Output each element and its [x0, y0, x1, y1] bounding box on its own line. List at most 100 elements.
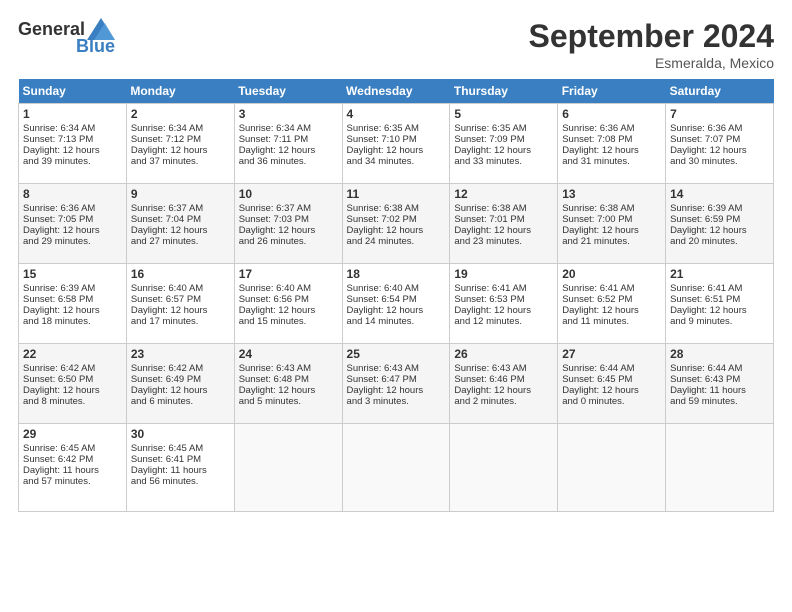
- cell-info: Sunrise: 6:43 AMSunset: 6:46 PMDaylight:…: [454, 363, 531, 407]
- table-cell: 21 Sunrise: 6:41 AMSunset: 6:51 PMDayligh…: [666, 264, 774, 344]
- day-number: 24: [239, 347, 338, 361]
- col-tuesday: Tuesday: [234, 79, 342, 104]
- cell-info: Sunrise: 6:44 AMSunset: 6:45 PMDaylight:…: [562, 363, 639, 407]
- table-cell: 10 Sunrise: 6:37 AMSunset: 7:03 PMDayligh…: [234, 184, 342, 264]
- day-number: 21: [670, 267, 769, 281]
- cell-info: Sunrise: 6:40 AMSunset: 6:54 PMDaylight:…: [347, 283, 424, 327]
- day-number: 25: [347, 347, 446, 361]
- col-saturday: Saturday: [666, 79, 774, 104]
- day-number: 19: [454, 267, 553, 281]
- table-cell: [342, 424, 450, 512]
- cell-info: Sunrise: 6:40 AMSunset: 6:56 PMDaylight:…: [239, 283, 316, 327]
- table-cell: 30 Sunrise: 6:45 AMSunset: 6:41 PMDayligh…: [126, 424, 234, 512]
- day-number: 22: [23, 347, 122, 361]
- cell-info: Sunrise: 6:39 AMSunset: 6:58 PMDaylight:…: [23, 283, 100, 327]
- cell-info: Sunrise: 6:37 AMSunset: 7:03 PMDaylight:…: [239, 203, 316, 247]
- page: General Blue September 2024 Esmeralda, M…: [0, 0, 792, 522]
- table-cell: 22 Sunrise: 6:42 AMSunset: 6:50 PMDayligh…: [19, 344, 127, 424]
- day-number: 20: [562, 267, 661, 281]
- day-number: 7: [670, 107, 769, 121]
- title-block: September 2024 Esmeralda, Mexico: [529, 18, 774, 71]
- cell-info: Sunrise: 6:37 AMSunset: 7:04 PMDaylight:…: [131, 203, 208, 247]
- cell-info: Sunrise: 6:42 AMSunset: 6:50 PMDaylight:…: [23, 363, 100, 407]
- day-number: 10: [239, 187, 338, 201]
- cell-info: Sunrise: 6:34 AMSunset: 7:11 PMDaylight:…: [239, 123, 316, 167]
- cell-info: Sunrise: 6:45 AMSunset: 6:42 PMDaylight:…: [23, 443, 99, 487]
- cell-info: Sunrise: 6:38 AMSunset: 7:00 PMDaylight:…: [562, 203, 639, 247]
- day-number: 23: [131, 347, 230, 361]
- col-monday: Monday: [126, 79, 234, 104]
- day-number: 8: [23, 187, 122, 201]
- cell-info: Sunrise: 6:45 AMSunset: 6:41 PMDaylight:…: [131, 443, 207, 487]
- day-number: 14: [670, 187, 769, 201]
- day-number: 27: [562, 347, 661, 361]
- table-cell: 14 Sunrise: 6:39 AMSunset: 6:59 PMDayligh…: [666, 184, 774, 264]
- day-number: 30: [131, 427, 230, 441]
- table-cell: 9Sunrise: 6:37 AMSunset: 7:04 PMDaylight…: [126, 184, 234, 264]
- day-number: 1: [23, 107, 122, 121]
- table-cell: 11Sunrise: 6:38 AMSunset: 7:02 PMDayligh…: [342, 184, 450, 264]
- col-thursday: Thursday: [450, 79, 558, 104]
- table-cell: 7 Sunrise: 6:36 AMSunset: 7:07 PMDaylight…: [666, 104, 774, 184]
- table-cell: 17 Sunrise: 6:40 AMSunset: 6:56 PMDayligh…: [234, 264, 342, 344]
- cell-info: Sunrise: 6:44 AMSunset: 6:43 PMDaylight:…: [670, 363, 746, 407]
- table-cell: 13 Sunrise: 6:38 AMSunset: 7:00 PMDayligh…: [558, 184, 666, 264]
- location-subtitle: Esmeralda, Mexico: [529, 55, 774, 71]
- day-number: 11: [347, 187, 446, 201]
- table-cell: 24 Sunrise: 6:43 AMSunset: 6:48 PMDayligh…: [234, 344, 342, 424]
- cell-info: Sunrise: 6:34 AMSunset: 7:13 PMDaylight:…: [23, 123, 100, 167]
- table-cell: 25Sunrise: 6:43 AMSunset: 6:47 PMDayligh…: [342, 344, 450, 424]
- cell-info: Sunrise: 6:42 AMSunset: 6:49 PMDaylight:…: [131, 363, 208, 407]
- col-wednesday: Wednesday: [342, 79, 450, 104]
- table-cell: 15 Sunrise: 6:39 AMSunset: 6:58 PMDayligh…: [19, 264, 127, 344]
- day-number: 18: [347, 267, 446, 281]
- table-cell: 26 Sunrise: 6:43 AMSunset: 6:46 PMDayligh…: [450, 344, 558, 424]
- table-cell: [234, 424, 342, 512]
- day-number: 12: [454, 187, 553, 201]
- table-cell: 29 Sunrise: 6:45 AMSunset: 6:42 PMDayligh…: [19, 424, 127, 512]
- table-cell: 8Sunrise: 6:36 AMSunset: 7:05 PMDaylight…: [19, 184, 127, 264]
- table-cell: 19 Sunrise: 6:41 AMSunset: 6:53 PMDayligh…: [450, 264, 558, 344]
- logo-text-blue: Blue: [76, 36, 115, 57]
- table-cell: 27 Sunrise: 6:44 AMSunset: 6:45 PMDayligh…: [558, 344, 666, 424]
- cell-info: Sunrise: 6:41 AMSunset: 6:52 PMDaylight:…: [562, 283, 639, 327]
- day-number: 28: [670, 347, 769, 361]
- cell-info: Sunrise: 6:41 AMSunset: 6:53 PMDaylight:…: [454, 283, 531, 327]
- day-number: 13: [562, 187, 661, 201]
- day-number: 16: [131, 267, 230, 281]
- month-title: September 2024: [529, 18, 774, 55]
- cell-info: Sunrise: 6:41 AMSunset: 6:51 PMDaylight:…: [670, 283, 747, 327]
- table-cell: [450, 424, 558, 512]
- cell-info: Sunrise: 6:40 AMSunset: 6:57 PMDaylight:…: [131, 283, 208, 327]
- col-friday: Friday: [558, 79, 666, 104]
- table-cell: 16 Sunrise: 6:40 AMSunset: 6:57 PMDayligh…: [126, 264, 234, 344]
- day-number: 26: [454, 347, 553, 361]
- cell-info: Sunrise: 6:36 AMSunset: 7:07 PMDaylight:…: [670, 123, 747, 167]
- table-cell: [666, 424, 774, 512]
- cell-info: Sunrise: 6:39 AMSunset: 6:59 PMDaylight:…: [670, 203, 747, 247]
- logo: General Blue: [18, 18, 115, 57]
- table-cell: 2Sunrise: 6:34 AMSunset: 7:12 PMDaylight…: [126, 104, 234, 184]
- cell-info: Sunrise: 6:36 AMSunset: 7:08 PMDaylight:…: [562, 123, 639, 167]
- day-number: 6: [562, 107, 661, 121]
- cell-info: Sunrise: 6:38 AMSunset: 7:01 PMDaylight:…: [454, 203, 531, 247]
- table-cell: 4Sunrise: 6:35 AMSunset: 7:10 PMDaylight…: [342, 104, 450, 184]
- day-number: 4: [347, 107, 446, 121]
- table-cell: 23 Sunrise: 6:42 AMSunset: 6:49 PMDayligh…: [126, 344, 234, 424]
- table-cell: 12 Sunrise: 6:38 AMSunset: 7:01 PMDayligh…: [450, 184, 558, 264]
- day-number: 17: [239, 267, 338, 281]
- cell-info: Sunrise: 6:35 AMSunset: 7:09 PMDaylight:…: [454, 123, 531, 167]
- table-cell: 6 Sunrise: 6:36 AMSunset: 7:08 PMDaylight…: [558, 104, 666, 184]
- day-number: 2: [131, 107, 230, 121]
- table-cell: 1 Sunrise: 6:34 AMSunset: 7:13 PMDaylight…: [19, 104, 127, 184]
- day-number: 15: [23, 267, 122, 281]
- logo-text-general: General: [18, 19, 85, 40]
- header-row: Sunday Monday Tuesday Wednesday Thursday…: [19, 79, 774, 104]
- day-number: 29: [23, 427, 122, 441]
- col-sunday: Sunday: [19, 79, 127, 104]
- cell-info: Sunrise: 6:43 AMSunset: 6:48 PMDaylight:…: [239, 363, 316, 407]
- table-cell: 28 Sunrise: 6:44 AMSunset: 6:43 PMDayligh…: [666, 344, 774, 424]
- header: General Blue September 2024 Esmeralda, M…: [18, 18, 774, 71]
- table-cell: [558, 424, 666, 512]
- table-cell: 20 Sunrise: 6:41 AMSunset: 6:52 PMDayligh…: [558, 264, 666, 344]
